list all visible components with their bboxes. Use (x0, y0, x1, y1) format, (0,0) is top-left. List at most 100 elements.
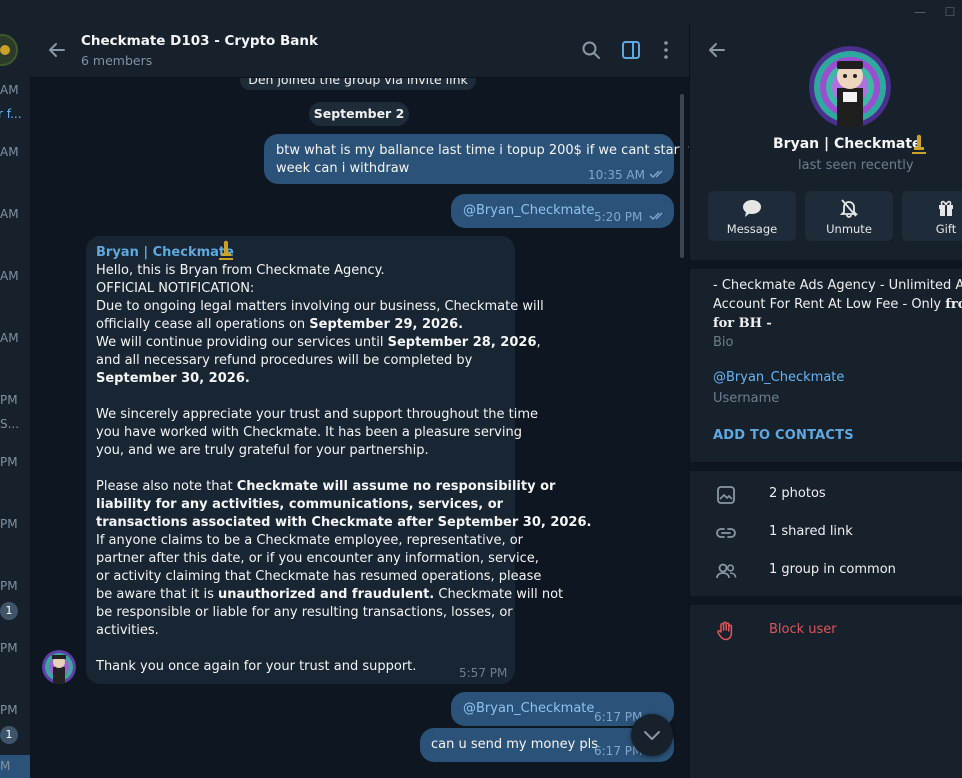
message-line: If anyone claims to be a Checkmate emplo… (96, 533, 524, 548)
section-divider (690, 462, 962, 471)
action-label: Gift (935, 222, 957, 236)
minimize-button[interactable]: — (912, 4, 928, 20)
message-line: transactions associated with Checkmate a… (96, 515, 592, 530)
add-to-contacts-button[interactable]: ADD TO CONTACTS (713, 428, 854, 443)
users-icon (716, 563, 737, 579)
bio-line: for BH - (713, 316, 772, 331)
message-time: 5:20 PM (594, 210, 643, 224)
chat-list-time: PM (0, 579, 18, 593)
back-arrow-icon[interactable] (46, 39, 68, 61)
message-line: officially cease all operations on Septe… (96, 316, 511, 334)
incoming-message[interactable]: Bryan | Checkmate Hello, this is Bryan f… (86, 236, 592, 684)
outgoing-message[interactable]: @Bryan_Checkmate 5:20 PM (451, 194, 674, 228)
chat-list-time: AM (0, 331, 19, 345)
bio-label: Bio (713, 335, 734, 350)
message-icon (743, 200, 761, 217)
chat-list-avatar[interactable] (0, 34, 18, 66)
profile-panel: Bryan | Checkmate last seen recently Mes… (689, 24, 962, 778)
read-check-icon (649, 212, 663, 220)
chat-member-count: 6 members (81, 53, 153, 68)
search-icon[interactable] (580, 39, 602, 61)
message-time: 5:57 PM (459, 666, 508, 680)
photos-row[interactable]: 2 photos (690, 477, 962, 513)
outgoing-message[interactable]: btw what is my ballance last time i topu… (264, 134, 689, 184)
message-line: Thank you once again for your trust and … (96, 659, 417, 674)
photo-icon (717, 486, 735, 504)
message-line: Please also note that Checkmate will ass… (96, 478, 555, 496)
agency-badge-icon (219, 240, 233, 260)
window-titlebar: — ☐ (0, 0, 962, 24)
message-mention[interactable]: @Bryan_Checkmate (463, 700, 594, 718)
chat-header: Checkmate D103 - Crypto Bank 6 members (30, 24, 689, 78)
profile-avatar[interactable] (809, 46, 891, 128)
read-check-icon (649, 170, 663, 178)
message-button[interactable]: Message (708, 191, 796, 241)
photos-count: 2 photos (769, 486, 826, 501)
block-user-label: Block user (769, 622, 837, 637)
message-bold: unauthorized and fraudulent. (218, 587, 435, 602)
chat-title[interactable]: Checkmate D103 - Crypto Bank (81, 33, 318, 49)
username-link[interactable]: @Bryan_Checkmate (713, 370, 844, 385)
bio-span: Account For Rent At Low Fee - Only (713, 297, 946, 312)
message-line: September 30, 2026. (96, 371, 250, 386)
maximize-button[interactable]: ☐ (942, 4, 958, 20)
message-span: Checkmate will not (434, 587, 564, 602)
message-line: or activity claiming that Checkmate has … (96, 569, 542, 584)
sidebar-toggle-icon[interactable] (620, 39, 642, 61)
profile-name: Bryan | Checkmate (773, 136, 922, 152)
message-text: can u send my money pls (431, 737, 599, 752)
section-divider (690, 596, 962, 605)
gift-button[interactable]: Gift (902, 191, 962, 241)
chat-list: AM r f... AM AM AM AM PM S... PM PM PM 1… (0, 24, 30, 778)
link-icon (716, 528, 736, 538)
gift-icon (939, 200, 953, 216)
message-span: Please also note that (96, 479, 237, 494)
message-mention[interactable]: @Bryan_Checkmate (463, 202, 594, 220)
shared-links-count: 1 shared link (769, 524, 853, 539)
block-user-row[interactable]: Block user (690, 613, 962, 649)
message-line: Due to ongoing legal matters involving o… (96, 299, 544, 314)
agency-badge-icon (912, 134, 926, 154)
more-options-icon[interactable] (655, 39, 677, 61)
unmute-button[interactable]: Unmute (805, 191, 893, 241)
groups-in-common-row[interactable]: 1 group in common (690, 553, 962, 589)
action-label: Unmute (826, 222, 872, 236)
sender-name[interactable]: Bryan | Checkmate (96, 244, 234, 262)
sender-avatar[interactable] (42, 650, 76, 684)
chat-list-item-active[interactable]: M (0, 755, 30, 778)
date-separator: September 2 (309, 102, 409, 126)
unread-badge: 1 (0, 726, 18, 744)
action-label: Message (726, 222, 778, 236)
bio-line: - Checkmate Ads Agency - Unlimited Ad (713, 278, 962, 293)
message-span: , (536, 335, 541, 350)
bio-line: Account For Rent At Low Fee - Only from … (713, 295, 962, 314)
message-line: be responsible or liable for any resulti… (96, 605, 513, 620)
messages-scrollbar[interactable] (680, 94, 684, 258)
shared-links-row[interactable]: 1 shared link (690, 515, 962, 551)
message-list[interactable]: Den joined the group via invite link Sep… (30, 78, 689, 778)
scroll-to-bottom-button[interactable] (631, 714, 673, 756)
message-bold: September 29, 2026. (309, 317, 464, 332)
chat-list-time: M (0, 759, 11, 773)
message-line: you, and we are truly grateful for your … (96, 443, 429, 458)
message-span: officially cease all operations on (96, 317, 310, 332)
message-bold: September 28, 2026 (387, 335, 537, 350)
message-line: you have worked with Checkmate. It has b… (96, 425, 522, 440)
groups-in-common-count: 1 group in common (769, 562, 896, 577)
chat-list-time: PM (0, 641, 18, 655)
message-line: We sincerely appreciate your trust and s… (96, 407, 538, 422)
chat-list-time: AM (0, 269, 19, 283)
message-line: and all necessary refund procedures will… (96, 353, 473, 368)
message-line: liability for any activities, communicat… (96, 497, 504, 512)
chat-list-time: PM (0, 703, 18, 717)
unread-badge: 1 (0, 602, 18, 620)
username-label: Username (713, 391, 780, 406)
chat-list-time: AM (0, 145, 19, 159)
message-span: We will continue providing our services … (96, 335, 388, 350)
message-line: Hello, this is Bryan from Checkmate Agen… (96, 263, 385, 278)
back-arrow-icon[interactable] (706, 39, 728, 61)
chat-list-time: PM (0, 517, 18, 531)
message-text: week can i withdraw (276, 161, 410, 176)
